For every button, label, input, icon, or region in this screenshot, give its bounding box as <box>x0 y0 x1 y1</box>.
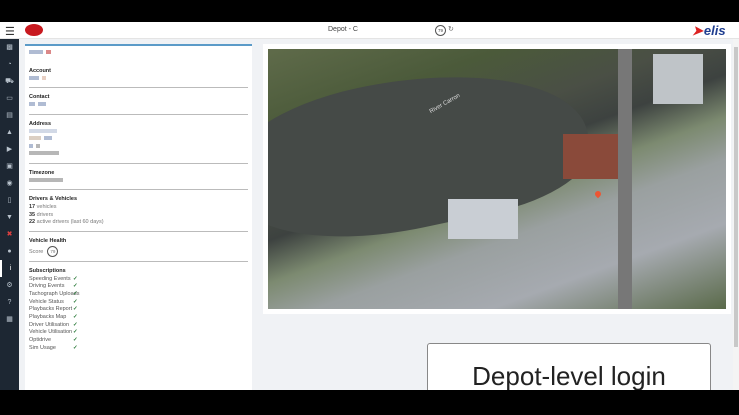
river <box>268 49 600 265</box>
contact-heading: Contact <box>29 94 50 100</box>
timezone-heading: Timezone <box>29 169 55 176</box>
active-driver-count: 22 <box>29 219 36 225</box>
subscription-item: Playbacks Map ✓ <box>29 314 248 322</box>
score-label: Score <box>29 248 44 255</box>
bus-icon[interactable]: ▤ <box>0 107 19 124</box>
check-icon: ✓ <box>73 321 78 328</box>
card-icon[interactable]: ▭ <box>0 90 19 107</box>
subscription-item: Vehicle Utilisation ✓ <box>29 329 248 337</box>
check-icon: ✓ <box>73 290 78 297</box>
main-content: Account Contact Address Timezone Drivers… <box>19 39 733 390</box>
account-section: Account <box>29 62 248 88</box>
play-icon[interactable]: ▶ <box>0 141 19 158</box>
brand-logo: ➤elis <box>692 23 726 38</box>
drivers-vehicles-section: Drivers & Vehicles 17 vehicles 35 driver… <box>29 190 248 232</box>
check-icon: ✓ <box>73 329 78 336</box>
brand-name: elis <box>703 23 726 38</box>
health-score: 79 <box>47 245 59 257</box>
subscription-label: Driver Utilisation <box>29 321 70 328</box>
subscription-item: Playbacks Report ✓ <box>29 306 248 314</box>
bottom-black-bar <box>0 390 739 415</box>
subscription-item: Vehicle Status ✓ <box>29 299 248 307</box>
check-icon: ✓ <box>73 344 78 351</box>
app-logo[interactable] <box>25 24 43 36</box>
subscription-label: Playbacks Map <box>29 314 67 321</box>
timezone-section: Timezone <box>29 164 248 190</box>
map-pin-icon[interactable] <box>593 189 603 199</box>
eye-icon[interactable]: ◉ <box>0 175 19 192</box>
active-driver-label: active drivers (last 60 days) <box>36 219 104 225</box>
health-score-badge: 79 <box>435 25 446 36</box>
subscription-item: Optidrive ✓ <box>29 337 248 345</box>
vehicle-health-section: Vehicle Health Score 79 <box>29 232 248 262</box>
building <box>653 54 703 104</box>
subscription-item: Tachograph Uploads ✓ <box>29 291 248 299</box>
subscription-label: Vehicle Utilisation <box>29 329 73 336</box>
road <box>618 49 632 309</box>
driver-label: drivers <box>36 211 54 218</box>
mobile-icon[interactable]: ▯ <box>0 192 19 209</box>
scrollbar[interactable] <box>733 39 739 390</box>
check-icon: ✓ <box>73 314 78 321</box>
car-icon[interactable]: ⛟ <box>0 73 19 90</box>
building <box>448 199 518 239</box>
alert-car-icon[interactable]: ▲ <box>0 124 19 141</box>
contact-section: Contact <box>29 88 248 115</box>
subscription-item: Driver Utilisation ✓ <box>29 322 248 330</box>
check-icon: ✓ <box>73 283 78 290</box>
gear-icon[interactable]: ⚙ <box>0 277 19 294</box>
refresh-icon[interactable]: ↻ <box>448 25 454 33</box>
top-black-bar <box>0 0 739 22</box>
app-header: ☰ Depot - C 79 ↻ ➤elis <box>0 22 739 39</box>
map-card: River Carron <box>263 44 731 314</box>
subscription-label: Playbacks Report <box>29 306 73 313</box>
chart-icon[interactable]: ▩ <box>0 39 19 56</box>
page-title: Depot - C <box>328 26 358 33</box>
trophy-icon[interactable]: ▼ <box>0 209 19 226</box>
image-icon[interactable]: ▦ <box>0 311 19 328</box>
check-icon: ✓ <box>73 298 78 305</box>
drivers-vehicles-heading: Drivers & Vehicles <box>29 196 78 202</box>
tools-icon[interactable]: ✖ <box>0 226 19 243</box>
check-icon: ✓ <box>73 306 78 313</box>
subscription-label: Speeding Events <box>29 275 71 282</box>
subscription-label: Sim Usage <box>29 344 56 351</box>
driver-count: 35 <box>29 211 36 218</box>
subscription-item: Driving Events ✓ <box>29 283 248 291</box>
depot-info-panel: Account Contact Address Timezone Drivers… <box>25 44 252 390</box>
dashboard-icon[interactable]: ◔ <box>0 56 19 73</box>
subscription-item: Sim Usage ✓ <box>29 345 248 353</box>
vehicle-label: vehicles <box>36 204 57 210</box>
vehicle-count: 17 <box>29 204 36 210</box>
subscriptions-list: Speeding Events ✓ Driving Events ✓ Tachograp… <box>29 276 248 353</box>
depot-name-section <box>29 46 248 62</box>
check-icon: ✓ <box>73 275 78 282</box>
check-icon: ✓ <box>73 337 78 344</box>
user-icon[interactable]: ● <box>0 243 19 260</box>
info-icon[interactable]: i <box>0 260 19 277</box>
subscription-item: Speeding Events ✓ <box>29 276 248 284</box>
help-icon[interactable]: ? <box>0 294 19 311</box>
subscription-label: Driving Events <box>29 283 65 290</box>
hamburger-menu-icon[interactable]: ☰ <box>5 25 15 38</box>
subscriptions-heading: Subscriptions <box>29 267 66 274</box>
subscription-label: Tachograph Uploads <box>29 290 80 297</box>
address-heading: Address <box>29 120 52 127</box>
subscription-label: Vehicle Status <box>29 298 64 305</box>
subscriptions-section: Subscriptions Speeding Events ✓ Driving Ev… <box>29 262 248 357</box>
satellite-map[interactable]: River Carron <box>268 49 726 309</box>
building <box>563 134 623 179</box>
account-heading: Account <box>29 67 51 74</box>
address-section: Address <box>29 115 248 164</box>
subscription-label: Optidrive <box>29 337 52 344</box>
sidebar: ▩ ◔ ⛟ ▭ ▤ ▲ ▶ ▣ ◉ ▯ ▼ ✖ ● i ⚙ ? ▦ <box>0 39 19 390</box>
vehicle-health-heading: Vehicle Health <box>29 237 67 244</box>
monitor-icon[interactable]: ▣ <box>0 158 19 175</box>
